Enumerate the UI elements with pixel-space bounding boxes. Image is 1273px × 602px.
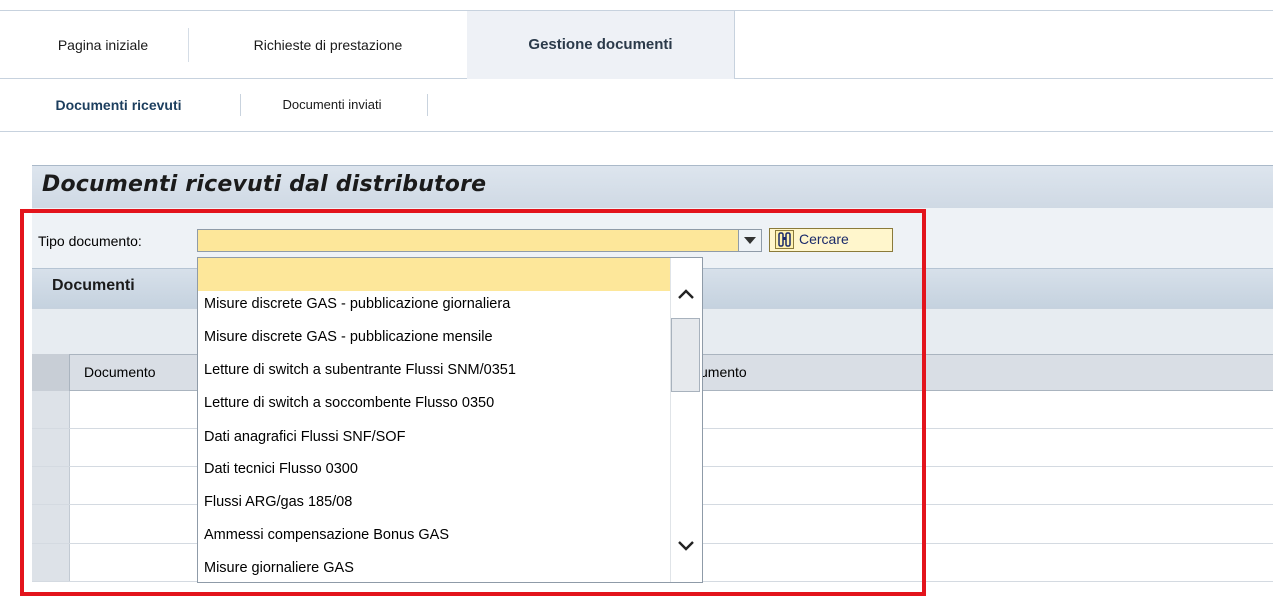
tab-gestione-documenti[interactable]: Gestione documenti bbox=[467, 11, 735, 79]
subtab-bottom-line bbox=[0, 131, 1273, 132]
tab-pagina-iniziale[interactable]: Pagina iniziale bbox=[16, 11, 190, 79]
tab-richieste-di-prestazione[interactable]: Richieste di prestazione bbox=[194, 11, 462, 79]
highlight-annotation bbox=[20, 209, 926, 596]
subtab-documenti-ricevuti[interactable]: Documenti ricevuti bbox=[0, 90, 237, 120]
subtab-separator bbox=[240, 94, 241, 116]
subtab-documenti-inviati[interactable]: Documenti inviati bbox=[243, 90, 421, 120]
tab-separator bbox=[188, 28, 189, 62]
subtab-separator bbox=[427, 94, 428, 116]
page-title: Documenti ricevuti dal distributore bbox=[42, 172, 487, 197]
